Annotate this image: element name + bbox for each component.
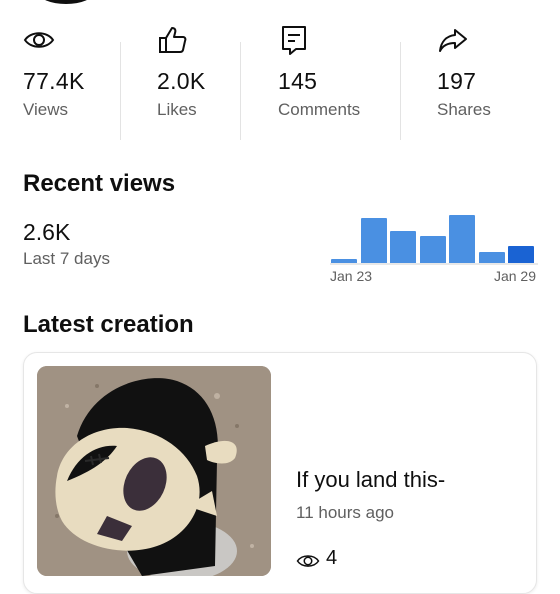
video-title[interactable]: If you land this- bbox=[296, 467, 445, 493]
comment-icon bbox=[282, 26, 306, 55]
stat-shares[interactable]: 197 Shares bbox=[437, 20, 537, 120]
video-view-count: 4 bbox=[326, 547, 338, 569]
chart-bar-jan-25 bbox=[390, 231, 416, 263]
x-tick-label-end: Jan 29 bbox=[493, 268, 536, 284]
divider bbox=[120, 42, 121, 140]
divider bbox=[240, 42, 241, 140]
recent-views-title: Recent views bbox=[23, 170, 176, 197]
stat-label: Views bbox=[23, 100, 69, 119]
stat-value: 197 bbox=[437, 68, 477, 94]
chart-bar-jan-23 bbox=[331, 259, 357, 263]
stat-value: 145 bbox=[278, 68, 318, 94]
stat-label: Likes bbox=[157, 100, 197, 119]
latest-creation-card[interactable]: If you land this- 11 hours ago 4 bbox=[23, 352, 537, 594]
recent-views-value: 2.6K bbox=[23, 219, 71, 245]
stat-value: 2.0K bbox=[157, 68, 206, 94]
chart-bar-jan-26 bbox=[419, 236, 446, 263]
thumbs-up-icon bbox=[159, 27, 187, 53]
chart-bar-jan-27 bbox=[449, 215, 475, 263]
stat-likes[interactable]: 2.0K Likes bbox=[157, 20, 237, 120]
stat-value: 77.4K bbox=[23, 68, 85, 94]
stat-label: Comments bbox=[278, 100, 361, 119]
chart-bar-jan-28 bbox=[478, 252, 505, 263]
latest-creation-title: Latest creation bbox=[23, 311, 194, 338]
video-posted-time: 11 hours ago bbox=[296, 503, 394, 522]
x-tick-label-start: Jan 23 bbox=[330, 268, 373, 284]
eye-icon bbox=[23, 32, 55, 48]
chart-bar-jan-29 bbox=[508, 246, 534, 263]
stat-label: Shares bbox=[437, 100, 491, 119]
eye-icon bbox=[296, 555, 320, 567]
profile-avatar-edge bbox=[38, 0, 94, 4]
thumbnail-image bbox=[37, 366, 271, 576]
video-thumbnail[interactable] bbox=[37, 366, 271, 576]
stat-views[interactable]: 77.4K Views bbox=[23, 20, 118, 120]
chart-baseline bbox=[330, 263, 538, 265]
stats-row: 77.4K Views 2.0K Likes 145 Comments 197 … bbox=[0, 20, 560, 140]
share-icon bbox=[439, 29, 467, 52]
recent-views-chart[interactable]: Jan 23 Jan 29 bbox=[328, 204, 540, 288]
recent-views-period: Last 7 days bbox=[23, 249, 110, 268]
chart-bar-jan-24 bbox=[360, 218, 387, 263]
stat-comments[interactable]: 145 Comments bbox=[278, 20, 388, 120]
divider bbox=[400, 42, 401, 140]
